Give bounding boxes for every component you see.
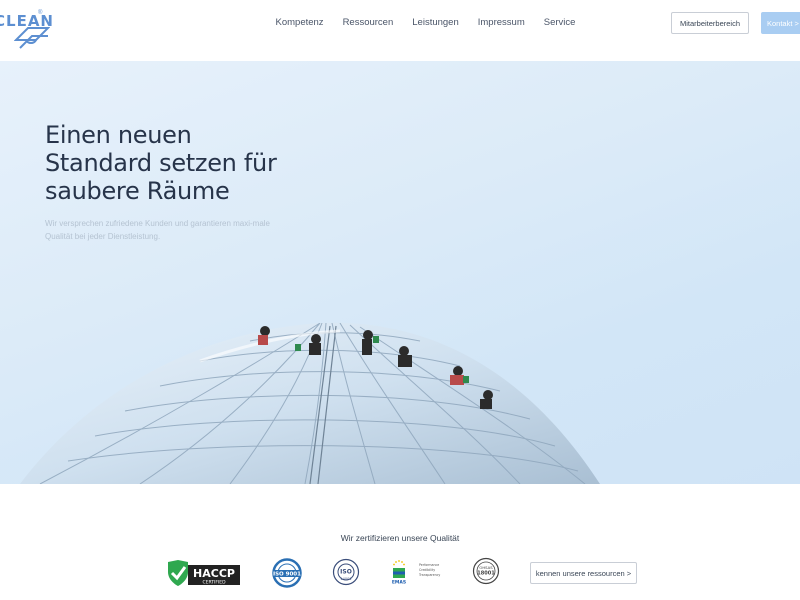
nav-ressourcen[interactable]: Ressourcen — [333, 17, 403, 29]
hero-section: Einen neuen Standard setzen für saubere … — [0, 61, 800, 484]
logo-mark-icon — [14, 27, 50, 49]
iso-14001-sub: 14001 — [340, 577, 351, 581]
haccp-label: HACCP — [193, 567, 235, 580]
ohsas-18001-icon: OHSAS 18001 — [472, 557, 500, 592]
svg-text:Transparency: Transparency — [418, 573, 440, 577]
hero-title: Einen neuen Standard setzen für saubere … — [45, 121, 345, 205]
hero-title-line-2: Standard setzen für — [45, 149, 277, 177]
haccp-icon: HACCP CERTIFIED — [166, 559, 242, 592]
svg-text:Performance: Performance — [419, 563, 439, 567]
main-nav: Kompetenz Ressourcen Leistungen Impressu… — [266, 17, 585, 29]
emas-icon: EMAS Performance Credibility Transparenc… — [390, 558, 442, 593]
ohsas-sub: 18001 — [477, 571, 495, 577]
iso-9001-icon: ISO 9001 — [272, 558, 302, 593]
certifications-section: Wir zertifizieren unsere Qualität HACCP … — [0, 484, 800, 600]
iso-14001-icon: ISO 14001 — [332, 558, 360, 593]
svg-text:Credibility: Credibility — [419, 568, 435, 572]
staff-area-button[interactable]: Mitarbeiterbereich — [671, 12, 749, 34]
logo-registered-mark: ® — [38, 10, 43, 16]
site-header: CLEAN ® Kompetenz Ressourcen Leistungen … — [0, 0, 800, 61]
hero-title-line-1: Einen neuen — [45, 121, 192, 149]
nav-leistungen[interactable]: Leistungen — [403, 17, 468, 29]
iso-9001-label: ISO 9001 — [273, 572, 301, 578]
ohsas-label: OHSAS — [479, 565, 493, 570]
certifications-row: HACCP CERTIFIED ISO 9001 ISO 14001 EMAS … — [0, 554, 800, 594]
certifications-heading: Wir zertifizieren unsere Qualität — [340, 533, 460, 543]
logo[interactable]: CLEAN ® — [0, 8, 56, 49]
nav-kompetenz[interactable]: Kompetenz — [266, 17, 333, 29]
resources-button[interactable]: kennen unsere ressourcen > — [530, 562, 637, 584]
hero-subtitle: Wir versprechen zufriedene Kunden und ga… — [45, 219, 271, 241]
contact-button[interactable]: Kontakt > — [761, 12, 800, 34]
nav-service[interactable]: Service — [534, 17, 585, 29]
iso-14001-label: ISO — [340, 569, 352, 576]
nav-impressum[interactable]: Impressum — [468, 17, 534, 29]
emas-label: EMAS — [392, 580, 406, 586]
hero-title-line-3: saubere Räume — [45, 177, 230, 205]
haccp-sub: CERTIFIED — [202, 580, 226, 586]
